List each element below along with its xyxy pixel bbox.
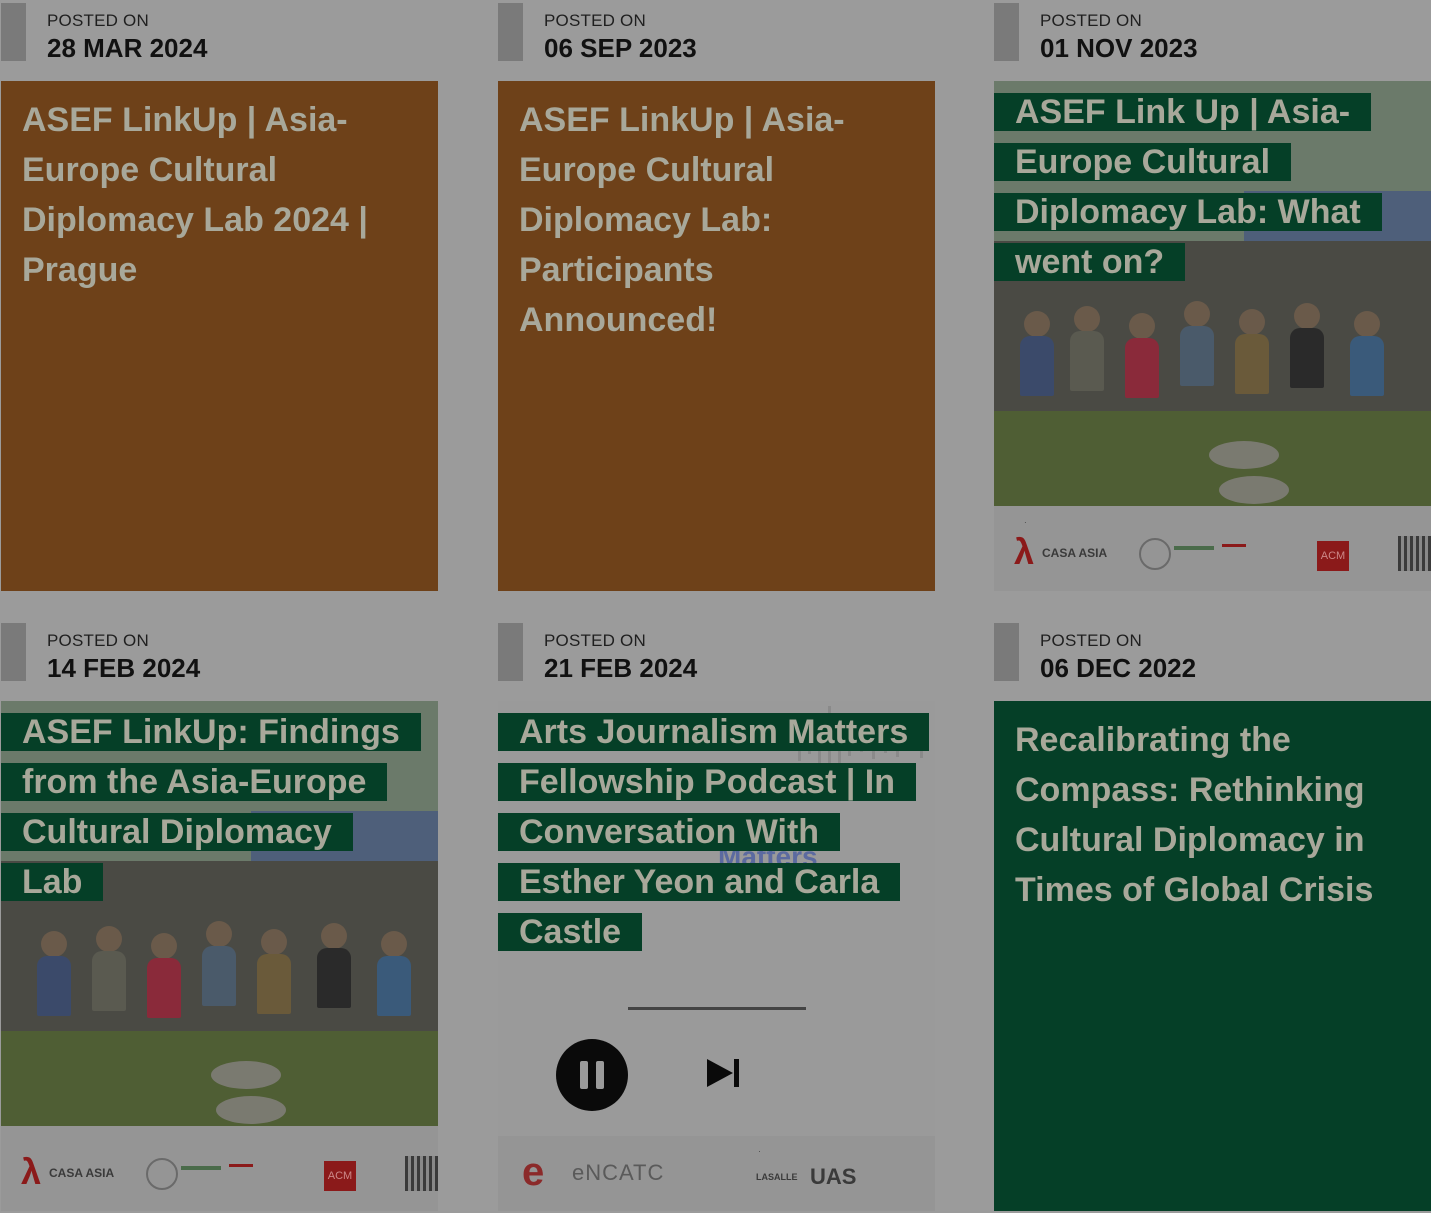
card-title[interactable]: ASEF Link Up | Asia-Europe Cultural Dipl… <box>994 87 1414 287</box>
card-title[interactable]: Recalibrating the Compass: Rethinking Cu… <box>1015 715 1410 915</box>
posted-on-label: POSTED ON <box>544 11 646 30</box>
news-card[interactable]: POSTED ON 06 DEC 2022 Recalibrating the … <box>994 620 1431 1211</box>
sponsor-strip: λ CASA ASIA ACM <box>1 1126 438 1211</box>
encatc-logo: e <box>522 1150 545 1194</box>
date-marker <box>1 3 26 61</box>
post-date: 14 FEB 2024 <box>47 653 201 683</box>
qr-code-icon <box>1398 536 1431 571</box>
posted-on-label: POSTED ON <box>1040 631 1142 650</box>
post-meta: POSTED ON 21 FEB 2024 <box>498 620 935 700</box>
date-marker <box>994 3 1019 61</box>
posted-on-label: POSTED ON <box>544 631 646 650</box>
news-card[interactable]: POSTED ON 21 FEB 2024 Matters e eNCATC ·… <box>498 620 935 1211</box>
post-date: 28 MAR 2024 <box>47 33 208 63</box>
card-panel[interactable]: ASEF LinkUp | Asia-Europe Cultural Diplo… <box>498 81 935 591</box>
qr-code-icon <box>405 1156 438 1191</box>
date-marker <box>994 623 1019 681</box>
casa-asia-logo: λ <box>21 1151 42 1192</box>
card-title[interactable]: ASEF LinkUp | Asia-Europe Cultural Diplo… <box>22 95 417 295</box>
post-date: 06 DEC 2022 <box>1040 653 1197 683</box>
card-panel[interactable]: ASEF LinkUp | Asia-Europe Cultural Diplo… <box>1 81 438 591</box>
posted-on-label: POSTED ON <box>1040 11 1142 30</box>
post-date: 01 NOV 2023 <box>1040 33 1198 63</box>
acm-logo: ACM <box>324 1161 356 1191</box>
news-card[interactable]: POSTED ON 28 MAR 2024 ASEF LinkUp | Asia… <box>1 0 438 591</box>
date-marker <box>498 623 523 681</box>
card-title[interactable]: Arts Journalism Matters Fellowship Podca… <box>498 707 930 957</box>
card-title[interactable]: ASEF LinkUp: Findings from the Asia-Euro… <box>1 707 421 907</box>
sponsor-strip: · λ CASA ASIA ACM <box>994 506 1431 591</box>
news-card[interactable]: POSTED ON 14 FEB 2024 λ CASA ASIA ACM AS… <box>1 620 438 1211</box>
casa-asia-logo: λ <box>1014 531 1035 572</box>
date-marker <box>1 623 26 681</box>
progress-track <box>628 1007 806 1010</box>
news-card[interactable]: POSTED ON 06 SEP 2023 ASEF LinkUp | Asia… <box>498 0 935 591</box>
date-marker <box>498 3 523 61</box>
posted-on-label: POSTED ON <box>47 631 149 650</box>
pause-icon <box>556 1039 628 1111</box>
skip-next-icon <box>707 1059 739 1087</box>
acm-logo: ACM <box>1317 541 1349 571</box>
post-meta: POSTED ON 28 MAR 2024 <box>1 0 438 80</box>
emblem-icon <box>146 1158 178 1190</box>
post-date: 06 SEP 2023 <box>544 33 697 63</box>
card-panel[interactable]: Recalibrating the Compass: Rethinking Cu… <box>994 701 1431 1211</box>
emblem-icon <box>1139 538 1171 570</box>
post-meta: POSTED ON 06 DEC 2022 <box>994 620 1431 700</box>
sponsor-strip: e eNCATC · LASALLE UAS <box>498 1136 935 1211</box>
card-panel[interactable]: Matters e eNCATC · LASALLE UAS Arts Jour… <box>498 701 935 1211</box>
post-meta: POSTED ON 06 SEP 2023 <box>498 0 935 80</box>
posted-on-label: POSTED ON <box>47 11 149 30</box>
news-card[interactable]: POSTED ON 01 NOV 2023 · λ CASA ASIA ACM … <box>994 0 1431 591</box>
post-meta: POSTED ON 14 FEB 2024 <box>1 620 438 700</box>
card-panel[interactable]: λ CASA ASIA ACM ASEF LinkUp: Findings fr… <box>1 701 438 1211</box>
post-meta: POSTED ON 01 NOV 2023 <box>994 0 1431 80</box>
post-date: 21 FEB 2024 <box>544 653 698 683</box>
card-panel[interactable]: · λ CASA ASIA ACM ASEF Link Up | Asia-Eu… <box>994 81 1431 591</box>
card-title[interactable]: ASEF LinkUp | Asia-Europe Cultural Diplo… <box>519 95 914 345</box>
